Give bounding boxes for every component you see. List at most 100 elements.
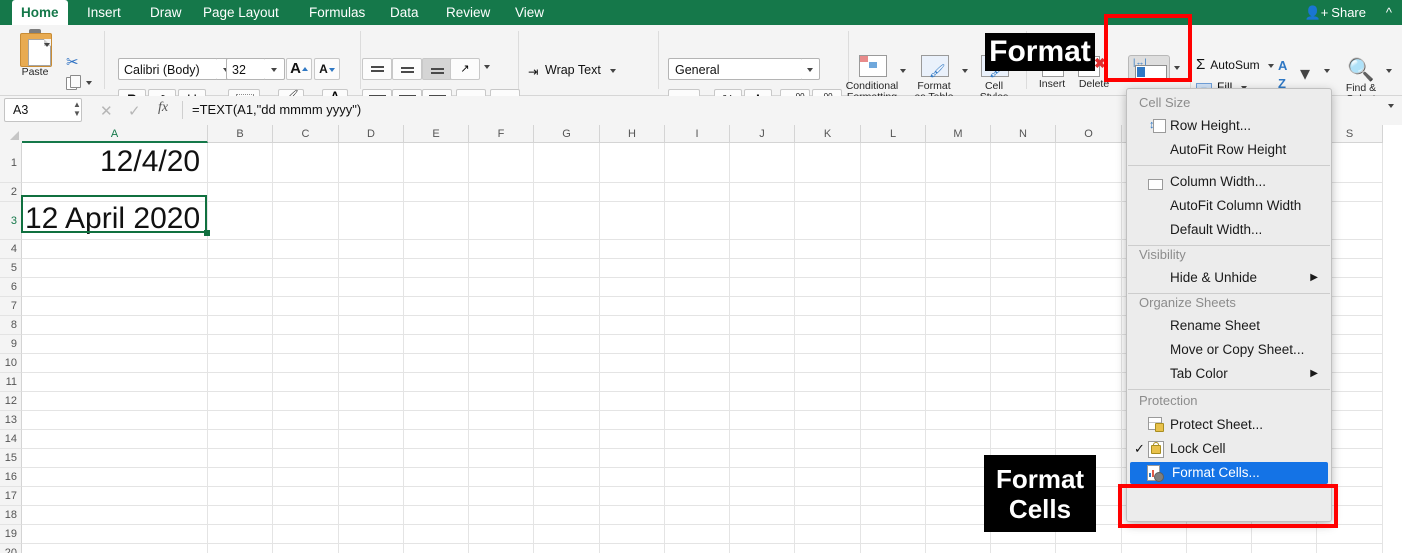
cell-D2[interactable] — [339, 183, 404, 202]
cell-K5[interactable] — [795, 259, 861, 278]
menu-item-column-width[interactable]: ↔ Column Width... — [1128, 171, 1330, 193]
cell-G16[interactable] — [534, 468, 600, 487]
cell-G6[interactable] — [534, 278, 600, 297]
cell-D20[interactable] — [339, 544, 404, 553]
menu-item-lock-cell[interactable]: ✓ Lock Cell — [1128, 438, 1330, 460]
cell-G18[interactable] — [534, 506, 600, 525]
cell-M13[interactable] — [926, 411, 991, 430]
cell-C9[interactable] — [273, 335, 339, 354]
cell-D16[interactable] — [339, 468, 404, 487]
name-box-spinner[interactable]: ▲ ▼ — [72, 100, 82, 118]
row-header-11[interactable]: 11 — [0, 373, 22, 392]
cell-K11[interactable] — [795, 373, 861, 392]
tab-view[interactable]: View — [506, 0, 553, 25]
cell-F6[interactable] — [469, 278, 534, 297]
cell-E19[interactable] — [404, 525, 469, 544]
column-header-B[interactable]: B — [208, 125, 273, 143]
confirm-edit-button[interactable]: ✓ — [128, 102, 141, 120]
cell-E7[interactable] — [404, 297, 469, 316]
cell-M11[interactable] — [926, 373, 991, 392]
cell-B15[interactable] — [208, 449, 273, 468]
row-header-3[interactable]: 3 — [0, 202, 22, 240]
cell-H9[interactable] — [600, 335, 665, 354]
cell-H19[interactable] — [600, 525, 665, 544]
cell-F19[interactable] — [469, 525, 534, 544]
cell-M20[interactable] — [926, 544, 991, 553]
cell-K1[interactable] — [795, 143, 861, 183]
cell-C8[interactable] — [273, 316, 339, 335]
menu-item-tab-color[interactable]: Tab Color ▶ — [1128, 363, 1330, 385]
cell-F18[interactable] — [469, 506, 534, 525]
row-header-16[interactable]: 16 — [0, 468, 22, 487]
cell-G12[interactable] — [534, 392, 600, 411]
cell-F7[interactable] — [469, 297, 534, 316]
cell-B14[interactable] — [208, 430, 273, 449]
orientation-button[interactable]: ↗ — [450, 58, 480, 80]
cell-D6[interactable] — [339, 278, 404, 297]
cell-N13[interactable] — [991, 411, 1056, 430]
cell-I14[interactable] — [665, 430, 730, 449]
cell-J8[interactable] — [730, 316, 795, 335]
align-top-button[interactable] — [362, 58, 392, 80]
cell-G15[interactable] — [534, 449, 600, 468]
cancel-edit-button[interactable]: ✕ — [100, 102, 113, 120]
cell-M1[interactable] — [926, 143, 991, 183]
cell-L3[interactable] — [861, 202, 926, 240]
cell-E2[interactable] — [404, 183, 469, 202]
cell-C3[interactable] — [273, 202, 339, 240]
column-header-M[interactable]: M — [926, 125, 991, 143]
menu-item-hide-unhide[interactable]: Hide & Unhide ▶ — [1128, 267, 1330, 289]
cell-H17[interactable] — [600, 487, 665, 506]
cell-H10[interactable] — [600, 354, 665, 373]
cell-I11[interactable] — [665, 373, 730, 392]
cell-H5[interactable] — [600, 259, 665, 278]
cell-G1[interactable] — [534, 143, 600, 183]
cell-F5[interactable] — [469, 259, 534, 278]
cell-I18[interactable] — [665, 506, 730, 525]
cell-E14[interactable] — [404, 430, 469, 449]
cell-H4[interactable] — [600, 240, 665, 259]
cell-E17[interactable] — [404, 487, 469, 506]
cell-K17[interactable] — [795, 487, 861, 506]
cell-K8[interactable] — [795, 316, 861, 335]
cell-I17[interactable] — [665, 487, 730, 506]
wrap-text-button[interactable]: ⇥ Wrap Text — [528, 63, 617, 79]
cell-M19[interactable] — [926, 525, 991, 544]
cell-N14[interactable] — [991, 430, 1056, 449]
cell-D15[interactable] — [339, 449, 404, 468]
increase-font-size-button[interactable]: A — [286, 58, 312, 80]
cell-N9[interactable] — [991, 335, 1056, 354]
cell-D14[interactable] — [339, 430, 404, 449]
cell-G4[interactable] — [534, 240, 600, 259]
row-header-1[interactable]: 1 — [0, 143, 22, 183]
cell-O10[interactable] — [1056, 354, 1122, 373]
cell-L17[interactable] — [861, 487, 926, 506]
cell-N2[interactable] — [991, 183, 1056, 202]
cell-N20[interactable] — [991, 544, 1056, 553]
cell-B11[interactable] — [208, 373, 273, 392]
chevron-up-icon[interactable]: ^ — [1386, 0, 1392, 25]
cell-H15[interactable] — [600, 449, 665, 468]
cell-F1[interactable] — [469, 143, 534, 183]
paste-button[interactable]: Paste — [12, 29, 58, 78]
cell-L12[interactable] — [861, 392, 926, 411]
cell-E12[interactable] — [404, 392, 469, 411]
formula-bar-expand-button[interactable] — [1388, 104, 1394, 108]
column-header-I[interactable]: I — [665, 125, 730, 143]
cell-K2[interactable] — [795, 183, 861, 202]
cell-E15[interactable] — [404, 449, 469, 468]
cell-M8[interactable] — [926, 316, 991, 335]
autosum-dropdown-caret[interactable] — [1267, 63, 1274, 68]
row-header-9[interactable]: 9 — [0, 335, 22, 354]
cell-K20[interactable] — [795, 544, 861, 553]
cell-C19[interactable] — [273, 525, 339, 544]
copy-button[interactable] — [66, 75, 81, 96]
cell-N7[interactable] — [991, 297, 1056, 316]
cell-E5[interactable] — [404, 259, 469, 278]
row-header-12[interactable]: 12 — [0, 392, 22, 411]
cell-O6[interactable] — [1056, 278, 1122, 297]
cell-O4[interactable] — [1056, 240, 1122, 259]
cell-C1[interactable] — [273, 143, 339, 183]
menu-item-row-height[interactable]: ↕ Row Height... — [1128, 115, 1330, 137]
cell-C12[interactable] — [273, 392, 339, 411]
